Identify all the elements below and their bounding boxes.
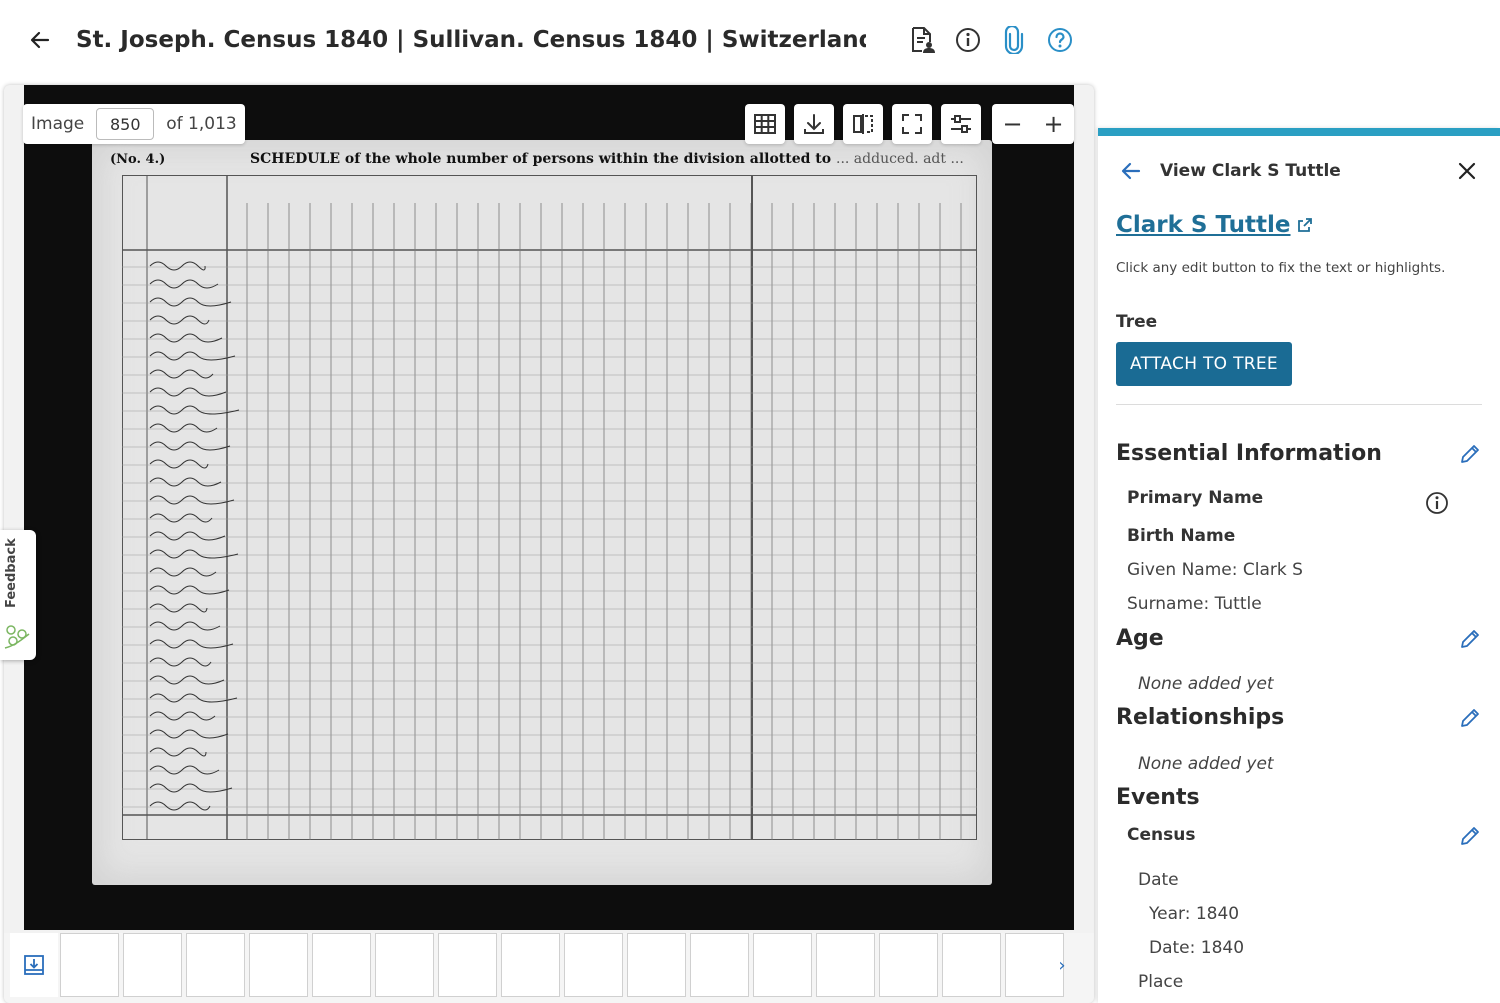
- census-label: Census: [1127, 825, 1196, 845]
- birth-name-label: Birth Name: [1127, 526, 1236, 546]
- tree-leaf-icon: [3, 622, 33, 656]
- document-person-icon[interactable]: [905, 22, 939, 58]
- page-title: St. Joseph. Census 1840 | Sullivan. Cens…: [76, 27, 866, 53]
- viewer-toolbar: [745, 104, 981, 144]
- fullscreen-icon[interactable]: [892, 104, 932, 144]
- close-icon[interactable]: [1452, 156, 1482, 186]
- relationships-value: None added yet: [1138, 754, 1274, 774]
- census-scan-image[interactable]: (No. 4.) SCHEDULE of the whole number of…: [24, 85, 1074, 930]
- info-icon[interactable]: [951, 22, 985, 58]
- thumbnail[interactable]: [123, 933, 182, 997]
- panel-title: View Clark S Tuttle: [1160, 161, 1341, 181]
- back-arrow-icon[interactable]: [1116, 156, 1146, 186]
- thumbnail[interactable]: [375, 933, 434, 997]
- panel-header: View Clark S Tuttle: [1116, 154, 1486, 188]
- thumbnail[interactable]: [627, 933, 686, 997]
- scan-heading-tail: ... adduced. adt ...: [836, 151, 964, 167]
- pencil-icon[interactable]: [1456, 625, 1484, 653]
- zoom-controls: − +: [992, 104, 1074, 144]
- zoom-out-button[interactable]: −: [992, 104, 1033, 144]
- grid-icon[interactable]: [745, 104, 785, 144]
- essential-information-heading: Essential Information: [1116, 441, 1382, 466]
- scan-number-label: (No. 4.): [110, 152, 166, 167]
- thumbnail-strip: ›: [4, 933, 1094, 1003]
- thumbnail[interactable]: [564, 933, 623, 997]
- top-bar: St. Joseph. Census 1840 | Sullivan. Cens…: [0, 0, 1500, 84]
- pencil-icon[interactable]: [1456, 704, 1484, 732]
- feedback-tab[interactable]: Feedback: [0, 530, 36, 660]
- external-link-icon: [1297, 218, 1312, 232]
- info-icon[interactable]: [1424, 490, 1450, 516]
- chevron-right-icon[interactable]: ›: [1052, 951, 1072, 979]
- back-arrow-icon[interactable]: [24, 24, 56, 56]
- thumbnail[interactable]: [186, 933, 245, 997]
- thumbnail[interactable]: [753, 933, 812, 997]
- scan-heading-text: SCHEDULE of the whole number of persons …: [250, 151, 832, 167]
- record-details-panel: View Clark S Tuttle Clark S Tuttle Click…: [1098, 128, 1500, 1003]
- image-navigator: Image of 1,013: [23, 104, 245, 144]
- place-label: Place: [1138, 972, 1184, 992]
- given-name: Given Name: Clark S: [1127, 560, 1303, 580]
- thumbnail-list: [60, 933, 1064, 997]
- image-label: Image: [31, 114, 85, 134]
- events-heading: Events: [1116, 785, 1200, 810]
- pencil-icon[interactable]: [1456, 822, 1484, 850]
- year-value: Year: 1840: [1149, 904, 1240, 924]
- attachment-icon[interactable]: [997, 22, 1031, 58]
- adjust-icon[interactable]: [941, 104, 981, 144]
- thumbnail[interactable]: [501, 933, 560, 997]
- relationships-heading: Relationships: [1116, 705, 1285, 730]
- edit-hint: Click any edit button to fix the text or…: [1116, 260, 1446, 276]
- age-heading: Age: [1116, 626, 1164, 651]
- thumbnail[interactable]: [249, 933, 308, 997]
- thumbnail[interactable]: [438, 933, 497, 997]
- census-page: (No. 4.) SCHEDULE of the whole number of…: [92, 140, 992, 885]
- thumbnail[interactable]: [879, 933, 938, 997]
- thumbnail[interactable]: [312, 933, 371, 997]
- tray-icon[interactable]: [10, 933, 58, 997]
- primary-name-label: Primary Name: [1127, 488, 1264, 508]
- age-value: None added yet: [1138, 674, 1274, 694]
- image-total: of 1,013: [166, 114, 237, 134]
- download-icon[interactable]: [794, 104, 834, 144]
- divider: [1116, 404, 1482, 405]
- census-table-grid: [122, 175, 977, 840]
- zoom-in-button[interactable]: +: [1033, 104, 1074, 144]
- tree-label: Tree: [1116, 312, 1158, 332]
- person-name-link[interactable]: Clark S Tuttle: [1116, 212, 1313, 238]
- pencil-icon[interactable]: [1456, 440, 1484, 468]
- scan-heading: SCHEDULE of the whole number of persons …: [250, 151, 964, 167]
- person-name: Clark S Tuttle: [1116, 212, 1291, 238]
- feedback-label: Feedback: [4, 538, 19, 608]
- compare-icon[interactable]: [843, 104, 883, 144]
- thumbnail[interactable]: [690, 933, 749, 997]
- date-label: Date: [1138, 870, 1179, 890]
- help-icon[interactable]: [1043, 22, 1077, 58]
- attach-to-tree-button[interactable]: ATTACH TO TREE: [1116, 342, 1292, 386]
- thumbnail[interactable]: [60, 933, 119, 997]
- thumbnail[interactable]: [942, 933, 1001, 997]
- date-value: Date: 1840: [1149, 938, 1245, 958]
- thumbnail[interactable]: [816, 933, 875, 997]
- image-number-input[interactable]: [96, 108, 155, 140]
- image-viewer: (No. 4.) SCHEDULE of the whole number of…: [4, 85, 1094, 1003]
- surname: Surname: Tuttle: [1127, 594, 1262, 614]
